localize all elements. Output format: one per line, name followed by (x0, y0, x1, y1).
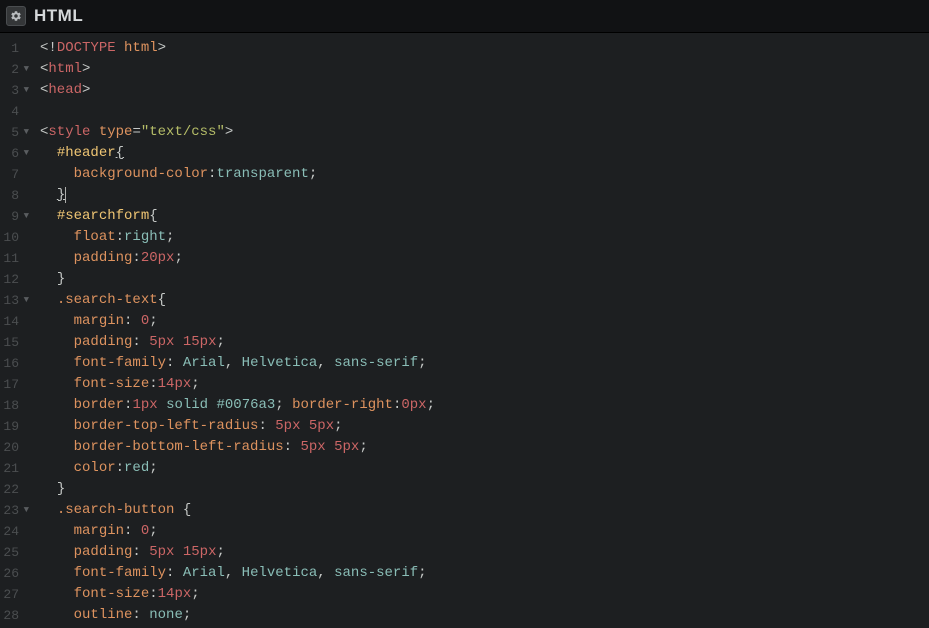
code-line[interactable]: font-size:14px; (40, 584, 435, 605)
line-number: 19 (0, 416, 32, 437)
code-line[interactable]: padding:20px; (40, 248, 435, 269)
code-line[interactable]: font-family: Arial, Helvetica, sans-seri… (40, 563, 435, 584)
fold-icon[interactable]: ▼ (21, 143, 29, 164)
line-number: 20 (0, 437, 32, 458)
line-number: 17 (0, 374, 32, 395)
line-number: 21 (0, 458, 32, 479)
code-line[interactable]: color:red; (40, 458, 435, 479)
code-line[interactable]: } (40, 185, 435, 206)
fold-icon[interactable]: ▼ (21, 290, 29, 311)
code-line[interactable]: <!DOCTYPE html> (40, 38, 435, 59)
code-line[interactable]: <html> (40, 59, 435, 80)
code-line[interactable]: #header{ (40, 143, 435, 164)
panel-header: HTML (0, 0, 929, 33)
code-line[interactable]: } (40, 269, 435, 290)
line-number: 1 (0, 38, 32, 59)
line-number: 15 (0, 332, 32, 353)
line-number: 22 (0, 479, 32, 500)
line-number: 18 (0, 395, 32, 416)
code-line[interactable] (40, 101, 435, 122)
fold-icon[interactable]: ▼ (21, 59, 29, 80)
gear-icon (10, 10, 22, 22)
code-line[interactable]: float:right; (40, 227, 435, 248)
code-line[interactable]: .search-button { (40, 500, 435, 521)
code-line[interactable]: #searchform{ (40, 206, 435, 227)
code-line[interactable]: font-family: Arial, Helvetica, sans-seri… (40, 353, 435, 374)
line-number: 28 (0, 605, 32, 626)
code-line[interactable]: <style type="text/css"> (40, 122, 435, 143)
line-number: 2▼ (0, 59, 32, 80)
line-number: 16 (0, 353, 32, 374)
line-number: 27 (0, 584, 32, 605)
fold-icon[interactable]: ▼ (21, 122, 29, 143)
code-line[interactable]: <head> (40, 80, 435, 101)
fold-icon[interactable]: ▼ (21, 206, 29, 227)
line-number: 4 (0, 101, 32, 122)
fold-icon[interactable]: ▼ (21, 500, 29, 521)
line-gutter: 12▼3▼45▼6▼789▼10111213▼14151617181920212… (0, 33, 32, 628)
code-line[interactable]: background-color:transparent; (40, 164, 435, 185)
line-number: 24 (0, 521, 32, 542)
panel-title: HTML (34, 6, 83, 26)
code-line[interactable]: font-size:14px; (40, 374, 435, 395)
line-number: 25 (0, 542, 32, 563)
code-line[interactable]: margin: 0; (40, 311, 435, 332)
line-number: 5▼ (0, 122, 32, 143)
line-number: 6▼ (0, 143, 32, 164)
settings-button[interactable] (6, 6, 26, 26)
line-number: 7 (0, 164, 32, 185)
line-number: 14 (0, 311, 32, 332)
line-number: 12 (0, 269, 32, 290)
code-line[interactable]: padding: 5px 15px; (40, 332, 435, 353)
code-line[interactable]: } (40, 479, 435, 500)
code-line[interactable]: outline: none; (40, 605, 435, 626)
line-number: 8 (0, 185, 32, 206)
line-number: 23▼ (0, 500, 32, 521)
code-editor[interactable]: 12▼3▼45▼6▼789▼10111213▼14151617181920212… (0, 33, 929, 628)
fold-icon[interactable]: ▼ (21, 80, 29, 101)
code-line[interactable]: .search-text{ (40, 290, 435, 311)
line-number: 11 (0, 248, 32, 269)
code-line[interactable]: border-top-left-radius: 5px 5px; (40, 416, 435, 437)
code-line[interactable]: padding: 5px 15px; (40, 542, 435, 563)
code-line[interactable]: border:1px solid #0076a3; border-right:0… (40, 395, 435, 416)
line-number: 9▼ (0, 206, 32, 227)
line-number: 3▼ (0, 80, 32, 101)
code-line[interactable]: margin: 0; (40, 521, 435, 542)
code-area[interactable]: <!DOCTYPE html><html><head> <style type="… (32, 33, 435, 628)
line-number: 26 (0, 563, 32, 584)
line-number: 10 (0, 227, 32, 248)
code-line[interactable]: border-bottom-left-radius: 5px 5px; (40, 437, 435, 458)
line-number: 13▼ (0, 290, 32, 311)
